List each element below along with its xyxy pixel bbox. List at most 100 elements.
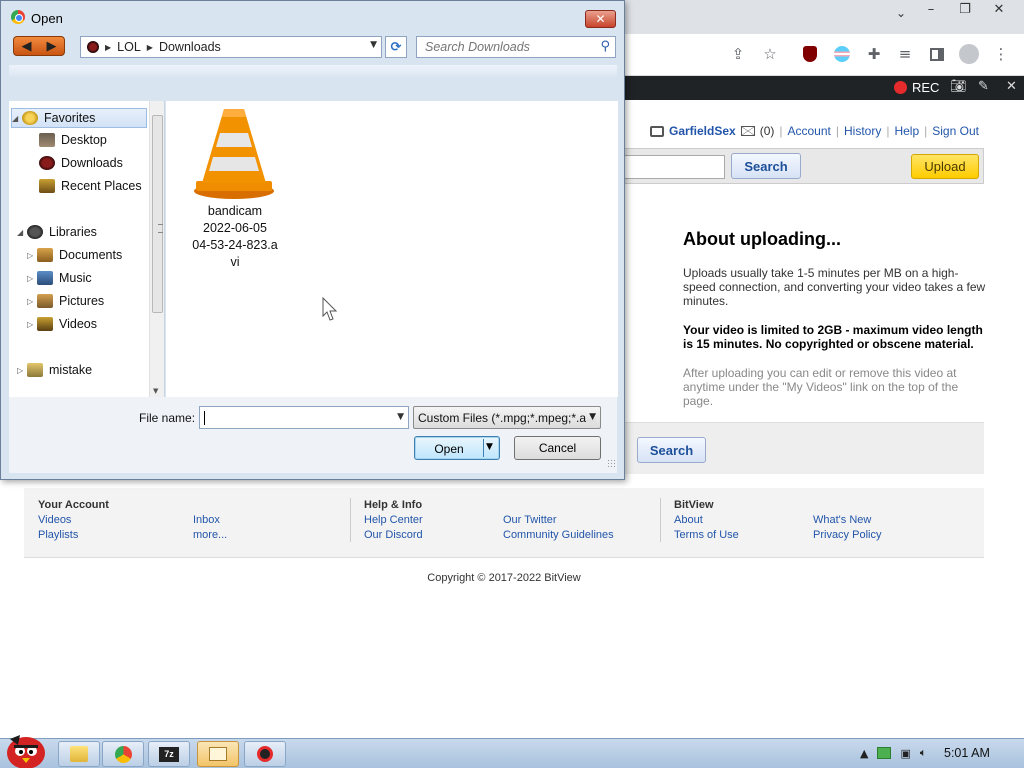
username-link[interactable]: GarfieldSex bbox=[669, 124, 736, 138]
taskbar-bandicam[interactable] bbox=[244, 741, 286, 767]
footer-link[interactable]: more... bbox=[193, 528, 227, 543]
ublock-icon[interactable] bbox=[800, 44, 820, 64]
taskbar-folder-window[interactable] bbox=[197, 741, 239, 767]
expand-icon[interactable]: ▷ bbox=[27, 274, 37, 283]
navigation-pane: ◢ Favorites Desktop Downloads Recent Pla… bbox=[9, 101, 165, 397]
tree-item-desktop[interactable]: Desktop bbox=[39, 133, 107, 147]
folder-icon bbox=[27, 363, 43, 377]
breadcrumb-item[interactable]: Downloads bbox=[159, 40, 221, 54]
media-control-icon[interactable]: ≡ bbox=[895, 44, 915, 64]
chevron-down-icon[interactable]: ▼ bbox=[587, 412, 596, 422]
volume-icon[interactable]: 🔈︎ bbox=[920, 746, 927, 760]
camera-icon[interactable]: 📷︎ bbox=[950, 79, 967, 94]
chevron-down-icon[interactable]: ▼ bbox=[397, 412, 404, 422]
scrollbar-thumb[interactable] bbox=[152, 115, 163, 313]
tree-item-recent[interactable]: Recent Places bbox=[39, 179, 142, 193]
tree-libraries[interactable]: ◢ Libraries bbox=[17, 225, 97, 239]
clock[interactable]: 5:01 AM bbox=[944, 746, 990, 760]
footer-link[interactable]: Privacy Policy bbox=[813, 528, 881, 543]
file-name-field[interactable]: ▼ bbox=[199, 406, 409, 429]
tray-expand-icon[interactable]: ▲ bbox=[860, 747, 868, 760]
address-breadcrumb[interactable]: ▶ LOL ▶ Downloads ▼ bbox=[80, 36, 382, 58]
dialog-close-button[interactable]: ✕ bbox=[585, 10, 616, 28]
puzzle-icon[interactable]: ✚ bbox=[864, 44, 884, 64]
tree-label: Recent Places bbox=[61, 179, 142, 193]
chevron-right-icon[interactable]: ▶ bbox=[105, 43, 111, 52]
dialog-search[interactable]: ⚲ bbox=[416, 36, 616, 58]
open-button[interactable]: Open ▼ bbox=[414, 436, 500, 460]
footer-link[interactable]: Playlists bbox=[38, 528, 109, 543]
tree-item-downloads[interactable]: Downloads bbox=[39, 156, 123, 170]
search-button-2[interactable]: Search bbox=[637, 437, 706, 463]
site-search-input[interactable] bbox=[621, 155, 725, 179]
footer-link[interactable]: About bbox=[674, 513, 739, 528]
extension-flag-icon[interactable] bbox=[832, 44, 852, 64]
forward-arrow-icon[interactable]: ▶ bbox=[39, 37, 64, 55]
scroll-down-arrow-icon[interactable]: ▼ bbox=[153, 387, 158, 395]
network-icon[interactable]: ▣ bbox=[900, 747, 910, 760]
share-icon[interactable]: ⇪ bbox=[728, 44, 748, 64]
collapse-icon[interactable]: ◢ bbox=[12, 114, 22, 123]
documents-icon bbox=[37, 248, 53, 262]
start-button-icon[interactable] bbox=[4, 731, 48, 768]
search-button[interactable]: Search bbox=[731, 153, 801, 179]
chevron-down-icon[interactable]: ▼ bbox=[486, 442, 493, 452]
chevron-right-icon[interactable]: ▶ bbox=[147, 43, 153, 52]
close-window-button[interactable]: ✕ bbox=[982, 0, 1016, 18]
7zip-icon: 7z bbox=[159, 746, 179, 762]
footer-link[interactable]: Community Guidelines bbox=[503, 528, 614, 543]
resize-grip-icon[interactable] bbox=[607, 459, 615, 467]
footer-link[interactable]: Our Twitter bbox=[503, 513, 614, 528]
chevron-down-icon[interactable]: ▼ bbox=[370, 40, 377, 50]
nav-scrollbar[interactable]: ▼ bbox=[149, 101, 164, 397]
taskbar-explorer[interactable] bbox=[58, 741, 100, 767]
star-icon[interactable]: ☆ bbox=[760, 44, 780, 64]
breadcrumb-item[interactable]: LOL bbox=[117, 40, 141, 54]
recorder-close-icon[interactable]: ✕ bbox=[1006, 79, 1017, 94]
footer-link[interactable]: Terms of Use bbox=[674, 528, 739, 543]
profile-icon[interactable] bbox=[959, 44, 979, 64]
sign-out-link[interactable]: Sign Out bbox=[932, 124, 979, 138]
expand-icon[interactable]: ▷ bbox=[17, 366, 27, 375]
expand-icon[interactable]: ▷ bbox=[27, 320, 37, 329]
tree-item-videos[interactable]: ▷ Videos bbox=[27, 317, 97, 331]
rec-button[interactable]: REC bbox=[912, 80, 939, 95]
search-icon[interactable]: ⚲ bbox=[600, 39, 610, 54]
footer-link[interactable]: Help Center bbox=[364, 513, 423, 528]
pencil-icon[interactable]: ✎ bbox=[978, 79, 989, 94]
footer-link[interactable]: Our Discord bbox=[364, 528, 423, 543]
dialog-search-input[interactable] bbox=[417, 37, 593, 57]
back-arrow-icon[interactable]: ◀ bbox=[14, 37, 39, 55]
sidepanel-icon[interactable] bbox=[927, 44, 947, 64]
upload-button[interactable]: Upload bbox=[911, 154, 979, 179]
tree-item-documents[interactable]: ▷ Documents bbox=[27, 248, 122, 262]
tree-favorites[interactable]: ◢ Favorites bbox=[11, 108, 147, 128]
taskbar-7zip[interactable]: 7z bbox=[148, 741, 190, 767]
help-link[interactable]: Help bbox=[894, 124, 919, 138]
tray-app-icon[interactable] bbox=[877, 747, 892, 759]
cancel-button[interactable]: Cancel bbox=[514, 436, 601, 460]
mail-count[interactable]: (0) bbox=[760, 124, 775, 138]
window-controls: – ❐ ✕ bbox=[914, 0, 1016, 18]
restore-button[interactable]: ❐ bbox=[948, 0, 982, 18]
expand-icon[interactable]: ▷ bbox=[27, 251, 37, 260]
taskbar-chrome[interactable] bbox=[102, 741, 144, 767]
expand-icon[interactable]: ▷ bbox=[27, 297, 37, 306]
minimize-button[interactable]: – bbox=[914, 0, 948, 18]
tree-item-mistake[interactable]: ▷ mistake bbox=[17, 363, 92, 377]
footer-link[interactable]: What's New bbox=[813, 513, 881, 528]
tree-item-pictures[interactable]: ▷ Pictures bbox=[27, 294, 104, 308]
file-type-select[interactable]: Custom Files (*.mpg;*.mpeg;*.a ▼ bbox=[413, 406, 601, 429]
history-link[interactable]: History bbox=[844, 124, 881, 138]
footer-link[interactable]: Videos bbox=[38, 513, 109, 528]
videos-icon bbox=[37, 317, 53, 331]
tab-search-dropdown[interactable]: ⌄ bbox=[896, 6, 906, 20]
tree-item-music[interactable]: ▷ Music bbox=[27, 271, 92, 285]
menu-icon[interactable]: ⋮ bbox=[991, 44, 1011, 64]
mail-icon[interactable] bbox=[740, 126, 755, 136]
footer-link[interactable]: Inbox bbox=[193, 513, 227, 528]
tree-label: Favorites bbox=[44, 111, 96, 125]
refresh-icon[interactable]: ⟳ bbox=[385, 36, 407, 58]
account-link[interactable]: Account bbox=[788, 124, 831, 138]
collapse-icon[interactable]: ◢ bbox=[17, 228, 27, 237]
